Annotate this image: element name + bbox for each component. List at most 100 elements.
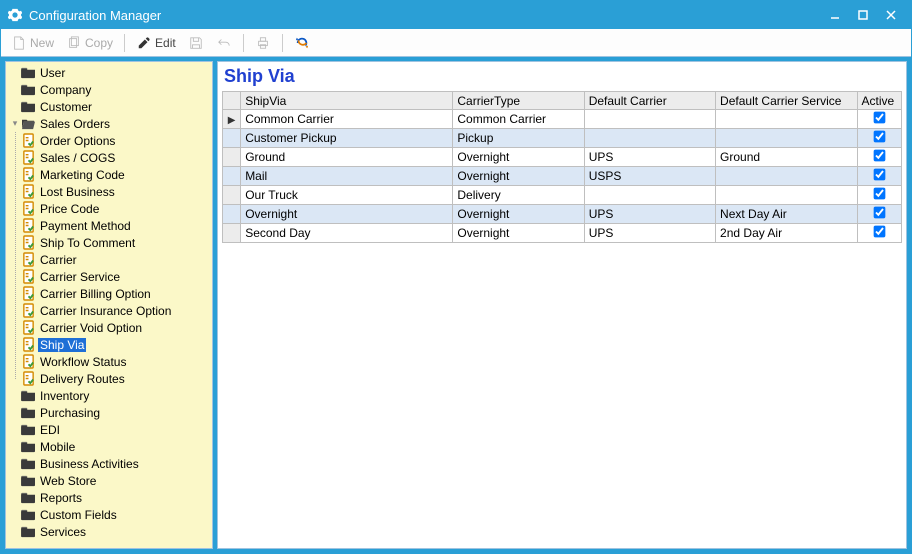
cell-defcarrier[interactable]: UPS xyxy=(584,205,715,224)
col-defcarrier[interactable]: Default Carrier xyxy=(584,92,715,110)
undo-button[interactable] xyxy=(212,33,236,53)
tree-label: Business Activities xyxy=(38,457,141,471)
cell-carriertype[interactable]: Delivery xyxy=(453,186,584,205)
cell-defservice[interactable] xyxy=(716,186,857,205)
tree-node-web-store[interactable]: Web Store xyxy=(6,472,212,489)
tree-node-ship-to-comment[interactable]: Ship To Comment xyxy=(6,234,212,251)
tree-node-company[interactable]: Company xyxy=(6,81,212,98)
tree-node-delivery-routes[interactable]: Delivery Routes xyxy=(6,370,212,387)
tree-node-carrier[interactable]: Carrier xyxy=(6,251,212,268)
active-checkbox[interactable] xyxy=(873,150,885,162)
tree-node-reports[interactable]: Reports xyxy=(6,489,212,506)
tree-node-services[interactable]: Services xyxy=(6,523,212,540)
tree-node-order-options[interactable]: Order Options xyxy=(6,132,212,149)
cell-active[interactable] xyxy=(857,129,902,148)
cell-defcarrier[interactable] xyxy=(584,129,715,148)
cell-active[interactable] xyxy=(857,186,902,205)
tree-node-ship-via[interactable]: Ship Via xyxy=(6,336,212,353)
tree-node-customer[interactable]: Customer xyxy=(6,98,212,115)
cell-shipvia[interactable]: Mail xyxy=(241,167,453,186)
cell-defcarrier[interactable]: UPS xyxy=(584,148,715,167)
tree-node-carrier-void-option[interactable]: Carrier Void Option xyxy=(6,319,212,336)
cell-shipvia[interactable]: Customer Pickup xyxy=(241,129,453,148)
table-row[interactable]: Second DayOvernightUPS2nd Day Air xyxy=(223,224,902,243)
cell-shipvia[interactable]: Ground xyxy=(241,148,453,167)
active-checkbox[interactable] xyxy=(873,112,885,124)
maximize-button[interactable] xyxy=(849,5,877,25)
cell-shipvia[interactable]: Our Truck xyxy=(241,186,453,205)
cell-shipvia[interactable]: Overnight xyxy=(241,205,453,224)
cell-carriertype[interactable]: Overnight xyxy=(453,167,584,186)
edit-button[interactable]: Edit xyxy=(132,33,180,53)
cell-defcarrier[interactable] xyxy=(584,110,715,129)
cell-defservice[interactable] xyxy=(716,110,857,129)
tree-node-sales-orders[interactable]: ▾Sales Orders xyxy=(6,115,212,132)
ship-via-grid[interactable]: ShipVia CarrierType Default Carrier Defa… xyxy=(222,91,902,243)
tree-node-user[interactable]: User xyxy=(6,64,212,81)
tree-label: EDI xyxy=(38,423,62,437)
tree-label: Carrier Service xyxy=(38,270,122,284)
tree-label: Marketing Code xyxy=(38,168,127,182)
table-row[interactable]: GroundOvernightUPSGround xyxy=(223,148,902,167)
col-defservice[interactable]: Default Carrier Service xyxy=(716,92,857,110)
tree-node-mobile[interactable]: Mobile xyxy=(6,438,212,455)
cell-defcarrier[interactable]: UPS xyxy=(584,224,715,243)
print-button[interactable] xyxy=(251,33,275,53)
col-active[interactable]: Active xyxy=(857,92,902,110)
tree-node-lost-business[interactable]: Lost Business xyxy=(6,183,212,200)
table-row[interactable]: Our TruckDelivery xyxy=(223,186,902,205)
cell-active[interactable] xyxy=(857,110,902,129)
cell-active[interactable] xyxy=(857,167,902,186)
new-button[interactable]: New xyxy=(7,33,58,53)
active-checkbox[interactable] xyxy=(873,226,885,238)
tree-node-price-code[interactable]: Price Code xyxy=(6,200,212,217)
cell-carriertype[interactable]: Overnight xyxy=(453,224,584,243)
cell-shipvia[interactable]: Second Day xyxy=(241,224,453,243)
cell-carriertype[interactable]: Pickup xyxy=(453,129,584,148)
tree-node-carrier-service[interactable]: Carrier Service xyxy=(6,268,212,285)
tree-node-business-activities[interactable]: Business Activities xyxy=(6,455,212,472)
cell-defcarrier[interactable]: USPS xyxy=(584,167,715,186)
cell-defservice[interactable] xyxy=(716,129,857,148)
cell-active[interactable] xyxy=(857,224,902,243)
active-checkbox[interactable] xyxy=(873,131,885,143)
col-shipvia[interactable]: ShipVia xyxy=(241,92,453,110)
cell-defcarrier[interactable] xyxy=(584,186,715,205)
cell-carriertype[interactable]: Overnight xyxy=(453,205,584,224)
tree-node-workflow-status[interactable]: Workflow Status xyxy=(6,353,212,370)
nav-tree[interactable]: UserCompanyCustomer▾Sales OrdersOrder Op… xyxy=(5,61,213,549)
collapse-icon[interactable]: ▾ xyxy=(10,118,20,129)
tree-label: Purchasing xyxy=(38,406,102,420)
cell-shipvia[interactable]: Common Carrier xyxy=(241,110,453,129)
copy-button[interactable]: Copy xyxy=(62,33,117,53)
cell-active[interactable] xyxy=(857,205,902,224)
tree-node-purchasing[interactable]: Purchasing xyxy=(6,404,212,421)
col-carriertype[interactable]: CarrierType xyxy=(453,92,584,110)
tree-node-carrier-billing-option[interactable]: Carrier Billing Option xyxy=(6,285,212,302)
tree-node-sales-cogs[interactable]: Sales / COGS xyxy=(6,149,212,166)
table-row[interactable]: ▶Common CarrierCommon Carrier xyxy=(223,110,902,129)
tree-node-carrier-insurance-option[interactable]: Carrier Insurance Option xyxy=(6,302,212,319)
active-checkbox[interactable] xyxy=(873,188,885,200)
cell-active[interactable] xyxy=(857,148,902,167)
tree-node-payment-method[interactable]: Payment Method xyxy=(6,217,212,234)
tree-node-custom-fields[interactable]: Custom Fields xyxy=(6,506,212,523)
tree-node-inventory[interactable]: Inventory xyxy=(6,387,212,404)
cell-defservice[interactable] xyxy=(716,167,857,186)
table-row[interactable]: Customer PickupPickup xyxy=(223,129,902,148)
tree-node-marketing-code[interactable]: Marketing Code xyxy=(6,166,212,183)
active-checkbox[interactable] xyxy=(873,169,885,181)
table-row[interactable]: MailOvernightUSPS xyxy=(223,167,902,186)
save-button[interactable] xyxy=(184,33,208,53)
table-row[interactable]: OvernightOvernightUPSNext Day Air xyxy=(223,205,902,224)
tree-node-edi[interactable]: EDI xyxy=(6,421,212,438)
cell-defservice[interactable]: Next Day Air xyxy=(716,205,857,224)
cell-carriertype[interactable]: Overnight xyxy=(453,148,584,167)
cell-carriertype[interactable]: Common Carrier xyxy=(453,110,584,129)
minimize-button[interactable] xyxy=(821,5,849,25)
cell-defservice[interactable]: Ground xyxy=(716,148,857,167)
cell-defservice[interactable]: 2nd Day Air xyxy=(716,224,857,243)
active-checkbox[interactable] xyxy=(873,207,885,219)
close-button[interactable] xyxy=(877,5,905,25)
refresh-button[interactable] xyxy=(290,33,314,53)
